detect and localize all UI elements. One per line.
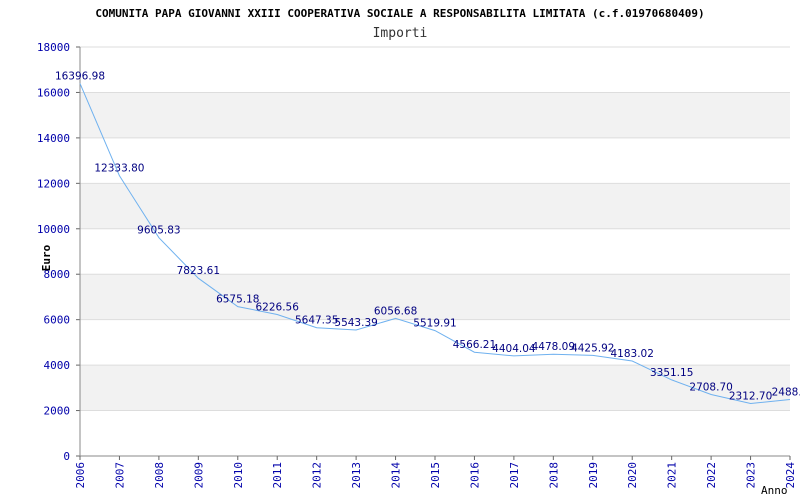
data-label: 5519.91 <box>413 318 456 330</box>
x-tick-label: 2015 <box>429 462 442 489</box>
x-tick-label: 2016 <box>468 462 481 489</box>
y-axis-label: Euro <box>40 244 53 271</box>
x-tick-label: 2009 <box>192 462 205 489</box>
data-label: 4478.09 <box>532 341 575 353</box>
x-tick-label: 2019 <box>587 462 600 489</box>
x-tick-labels: 2006 2007 2008 2009 2010 2011 2012 2013 2014 2015… <box>74 462 797 489</box>
x-tick-label: 2017 <box>508 462 521 489</box>
chart-title: COMUNITA PAPA GIOVANNI XXIII COOPERATIVA… <box>95 7 704 20</box>
data-label: 4566.21 <box>453 339 496 351</box>
data-label: 6575.18 <box>216 294 259 306</box>
x-tick-label: 2006 <box>74 462 87 489</box>
data-label: 12333.80 <box>94 163 144 175</box>
grid-band <box>80 274 790 320</box>
x-tick-label: 2011 <box>271 462 284 489</box>
y-tick-label: 14000 <box>37 132 70 145</box>
data-label: 9605.83 <box>137 225 180 237</box>
x-tick-label: 2020 <box>626 462 639 489</box>
x-tick-label: 2014 <box>390 462 403 489</box>
grid-band <box>80 92 790 138</box>
y-tick-label: 6000 <box>44 314 71 327</box>
x-tick-label: 2022 <box>705 462 718 489</box>
data-label: 5543.39 <box>334 317 377 329</box>
x-tick-label: 2008 <box>153 462 166 489</box>
chart-subtitle: Importi <box>373 26 428 41</box>
data-label: 2488.5 <box>772 386 800 398</box>
x-tick-label: 2013 <box>350 462 363 489</box>
data-label: 16396.98 <box>55 70 105 82</box>
data-label: 5647.35 <box>295 315 338 327</box>
y-tick-label: 16000 <box>37 86 70 99</box>
x-axis-label: Anno <box>761 484 788 497</box>
line-chart: COMUNITA PAPA GIOVANNI XXIII COOPERATIVA… <box>37 7 800 497</box>
x-tick-label: 2007 <box>113 462 126 489</box>
data-label: 2708.70 <box>689 381 732 393</box>
background-bands <box>80 92 790 411</box>
y-tick-label: 12000 <box>37 177 70 190</box>
data-label: 3351.15 <box>650 367 693 379</box>
x-tick-label: 2018 <box>547 462 560 489</box>
data-label: 4404.04 <box>492 343 536 355</box>
y-tick-label: 4000 <box>44 359 71 372</box>
y-tick-label: 18000 <box>37 41 70 54</box>
data-label: 6226.56 <box>256 302 300 314</box>
x-tick-label: 2023 <box>745 462 758 489</box>
y-tick-label: 2000 <box>44 405 71 418</box>
data-label: 7823.61 <box>177 265 220 277</box>
data-label: 4183.02 <box>611 348 654 360</box>
data-label: 6056.68 <box>374 305 417 317</box>
y-tick-label: 0 <box>63 450 70 463</box>
grid-band <box>80 183 790 229</box>
data-label: 4425.92 <box>571 342 614 354</box>
x-tick-label: 2010 <box>232 462 245 489</box>
y-tick-label: 10000 <box>37 223 70 236</box>
x-tick-label: 2021 <box>666 462 679 489</box>
x-tick-label: 2012 <box>311 462 324 489</box>
data-label: 2312.70 <box>729 390 772 402</box>
